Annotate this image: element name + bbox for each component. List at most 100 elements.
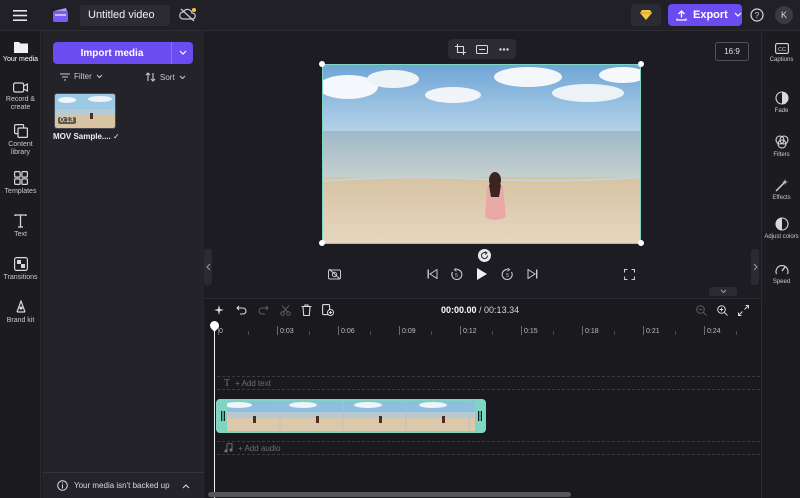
redo-icon[interactable]: [256, 303, 270, 317]
crop-icon[interactable]: [453, 42, 467, 56]
panel-label: Speed: [772, 279, 791, 285]
more-options-icon[interactable]: [497, 42, 511, 56]
svg-text:5: 5: [455, 273, 458, 279]
collapse-left-panel-handle[interactable]: [204, 249, 212, 285]
nav-text[interactable]: Text: [0, 214, 41, 239]
nav-label: Templates: [4, 188, 37, 195]
help-icon[interactable]: ?: [749, 7, 765, 23]
camera-icon: [13, 82, 28, 93]
text-track[interactable]: T + Add text: [217, 376, 760, 390]
nav-your-media[interactable]: Your media: [0, 41, 41, 64]
video-clip[interactable]: [216, 399, 486, 433]
panel-speed[interactable]: Speed: [762, 263, 800, 286]
add-text-label: + Add text: [235, 378, 271, 388]
timeline-scrollbar[interactable]: [208, 492, 571, 497]
play-button-icon[interactable]: [474, 266, 490, 282]
clip-trim-handle-left[interactable]: [218, 401, 227, 431]
chevron-up-icon: [182, 483, 189, 488]
time-display: 00:00.00 / 00:13.34: [441, 305, 519, 315]
filter-button[interactable]: Filter: [60, 72, 103, 81]
fullscreen-icon[interactable]: [622, 267, 636, 281]
nav-label: Transitions: [3, 274, 38, 281]
nav-label: Record & create: [5, 96, 36, 111]
audio-track[interactable]: + Add audio: [217, 441, 760, 455]
panel-adjust-colors[interactable]: Adjust colors: [762, 217, 800, 241]
panel-fade[interactable]: Fade: [762, 91, 800, 115]
aspect-ratio-button[interactable]: 16:9: [715, 42, 749, 61]
panel-effects[interactable]: Effects: [762, 178, 800, 202]
svg-text:?: ?: [755, 11, 760, 20]
current-time: 00:00.00: [441, 305, 477, 315]
ruler-minor-tick: [431, 331, 432, 335]
nav-label: Content library: [8, 141, 33, 156]
clipchamp-logo-icon: [52, 7, 70, 23]
resize-handle-top-left[interactable]: [319, 61, 325, 67]
ruler-tick: [338, 326, 339, 335]
sort-label: Sort: [160, 72, 175, 82]
avatar[interactable]: K: [775, 6, 793, 24]
panel-filters[interactable]: Filters: [762, 135, 800, 159]
fit-icon[interactable]: [475, 42, 489, 56]
ruler-tick: [704, 326, 705, 335]
video-preview[interactable]: [322, 64, 641, 244]
panel-label: Adjust colors: [764, 234, 799, 240]
premium-diamond-button[interactable]: [631, 4, 661, 26]
ruler-tick-label: 0:18: [585, 328, 599, 335]
skip-to-end-icon[interactable]: [525, 267, 539, 281]
zoom-out-icon[interactable]: [694, 303, 708, 317]
import-options-chevron-icon[interactable]: [171, 42, 193, 64]
project-title-input[interactable]: Untitled video: [80, 5, 170, 26]
undo-icon[interactable]: [234, 303, 248, 317]
resize-handle-top-right[interactable]: [638, 61, 644, 67]
backup-status-bar[interactable]: Your media isn't backed up: [42, 472, 204, 498]
ruler-tick-label: 0:24: [707, 328, 721, 335]
backup-status-text: Your media isn't backed up: [74, 481, 170, 490]
transitions-icon: [13, 257, 28, 271]
svg-text:CC: CC: [778, 47, 786, 53]
add-to-timeline-icon[interactable]: [321, 303, 335, 317]
cloud-sync-off-icon[interactable]: [178, 7, 198, 23]
nav-transitions[interactable]: Transitions: [0, 257, 41, 282]
ruler-tick-label: 0:15: [524, 328, 538, 335]
ruler-minor-tick: [675, 331, 676, 335]
resize-handle-bottom-left[interactable]: [319, 240, 325, 246]
collapse-right-panel-handle[interactable]: [751, 249, 759, 285]
nav-label: Text: [14, 231, 27, 238]
clip-trim-handle-right[interactable]: [475, 401, 484, 431]
chevron-down-icon: [720, 289, 726, 294]
import-media-button[interactable]: Import media: [53, 42, 193, 64]
nav-content-library[interactable]: Content library: [0, 124, 41, 157]
playhead[interactable]: [214, 326, 215, 498]
top-bar: Untitled video Export ? K: [0, 0, 800, 31]
rewind-5-seconds-icon[interactable]: 5: [449, 267, 463, 281]
chevron-down-icon: [96, 74, 103, 79]
split-scissors-icon[interactable]: [278, 303, 292, 317]
chevron-down-icon: [734, 12, 742, 17]
export-button[interactable]: Export: [668, 4, 742, 26]
screenshot-icon[interactable]: [327, 267, 341, 281]
nav-templates[interactable]: Templates: [0, 171, 41, 196]
resize-handle-bottom-right[interactable]: [638, 240, 644, 246]
add-audio-label: + Add audio: [238, 443, 281, 453]
nav-brand-kit[interactable]: Brand kit: [0, 300, 41, 325]
panel-captions[interactable]: CC Captions: [762, 43, 800, 64]
ruler-tick: [643, 326, 644, 335]
nav-record-create[interactable]: Record & create: [0, 82, 41, 112]
collapse-timeline-handle[interactable]: [709, 287, 737, 296]
zoom-in-icon[interactable]: [715, 303, 729, 317]
hamburger-menu-icon[interactable]: [12, 8, 28, 22]
text-icon: [14, 214, 27, 228]
ai-magic-icon[interactable]: [212, 303, 226, 317]
ruler-tick-label: 0:12: [463, 328, 477, 335]
ruler-tick: [460, 326, 461, 335]
forward-5-seconds-icon[interactable]: 5: [500, 267, 514, 281]
fit-timeline-icon[interactable]: [736, 303, 750, 317]
speed-icon: [774, 265, 789, 275]
rotate-handle-icon[interactable]: [478, 249, 491, 262]
delete-trash-icon[interactable]: [299, 303, 313, 317]
import-media-label: Import media: [80, 47, 144, 59]
filters-icon: [774, 135, 789, 149]
skip-to-start-icon[interactable]: [425, 267, 439, 281]
sort-button[interactable]: Sort: [145, 72, 186, 82]
chevron-right-icon: [753, 263, 758, 271]
